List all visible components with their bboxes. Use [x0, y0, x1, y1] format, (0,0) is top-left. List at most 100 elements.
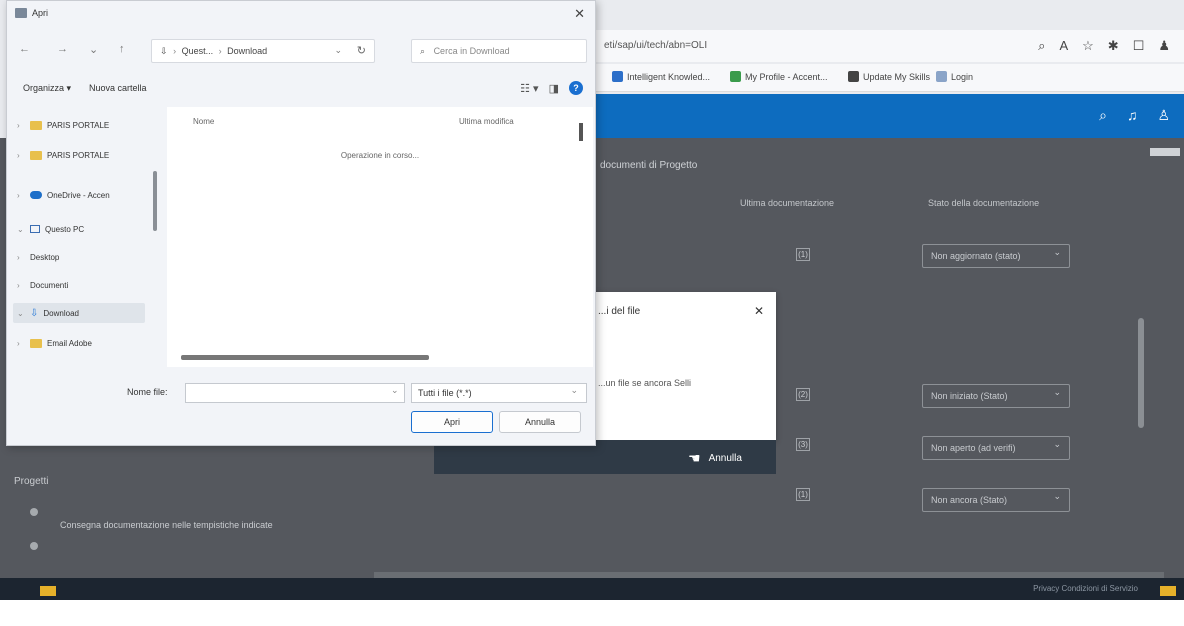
section-title: documenti di Progetto	[600, 160, 698, 171]
breadcrumb-item[interactable]: Quest...	[182, 46, 214, 56]
browser-toolbar-icons: ⌕ A ☆ ✱ ☐ ♟	[1038, 38, 1170, 54]
file-open-dialog: Apri ✕ ← → ⌄ ↑ ⇩ › Quest... › Download ⌄…	[6, 0, 596, 446]
column-header-name[interactable]: Nome	[193, 117, 214, 126]
upload-dialog-message: ...un file se ancora Selli	[598, 378, 692, 388]
folder-icon	[30, 150, 42, 160]
upload-cancel-button[interactable]: ☚ Annulla	[680, 448, 768, 468]
status-select[interactable]: Non aggiornato (stato)	[922, 244, 1070, 268]
search-input[interactable]: ⌕ Cerca in Download	[411, 39, 587, 63]
column-header: Ultima documentazione	[740, 198, 835, 208]
view-controls: ☷ ▾ ◨ ?	[520, 81, 583, 95]
tree-item[interactable]: › OneDrive - Accen	[13, 185, 110, 205]
navigation-pane: › PARIS PORTALE › PARIS PORTALE › OneDrive …	[7, 107, 163, 369]
section-bar	[1150, 148, 1180, 156]
filetype-select[interactable]: Tutti i file (*.*)	[411, 383, 587, 403]
count-badge: (3)	[796, 438, 810, 451]
address-url[interactable]: eti/sap/ui/tech/abn=OLI	[604, 40, 707, 51]
bookmark-favicon-icon	[730, 71, 741, 82]
bookmark-item[interactable]: Login	[936, 71, 973, 82]
bookmark-item[interactable]: Intelligent Knowled...	[612, 71, 710, 82]
folder-icon	[30, 338, 42, 348]
file-list-scrollbar[interactable]	[579, 123, 583, 141]
status-select[interactable]: Non aperto (ad verifi)	[922, 436, 1070, 460]
filename-input[interactable]	[185, 383, 405, 403]
tree-item[interactable]: › Email Adobe	[13, 333, 92, 353]
zoom-icon[interactable]: ⌕	[1038, 38, 1045, 54]
tree-item[interactable]: › PARIS PORTALE	[13, 145, 109, 165]
bell-icon[interactable]: ♫	[1127, 107, 1138, 124]
app-header: ⌕ ♫ ♙	[590, 94, 1184, 138]
filename-label: Nome file:	[127, 387, 168, 397]
computer-icon	[30, 225, 40, 233]
status-select[interactable]: Non iniziato (Stato)	[922, 384, 1070, 408]
user-icon[interactable]: ♙	[1157, 107, 1170, 124]
favorite-icon[interactable]: ☆	[1082, 38, 1094, 54]
tree-item[interactable]: › PARIS PORTALE	[13, 115, 109, 135]
recent-locations-icon[interactable]: ⌄	[89, 43, 98, 56]
help-icon[interactable]: ?	[569, 81, 583, 95]
footer-marker-icon	[1160, 586, 1176, 596]
column-header-modified[interactable]: Ultima modifica	[459, 117, 514, 126]
dialog-titlebar: Apri	[15, 8, 48, 18]
organize-button[interactable]: Organizza ▾	[23, 83, 71, 94]
close-icon[interactable]: ✕	[574, 6, 585, 22]
status-select[interactable]: Non ancora (Stato)	[922, 488, 1070, 512]
refresh-icon[interactable]: ↻	[357, 44, 366, 57]
address-bar[interactable]: eti/sap/ui/tech/abn=OLI ⌕ A ☆ ✱ ☐ ♟	[590, 30, 1184, 62]
app-icon	[15, 8, 27, 18]
hand-cursor-icon: ☚	[688, 449, 701, 466]
forward-icon[interactable]: →	[57, 43, 68, 55]
chevron-down-icon[interactable]: ⌄	[391, 385, 399, 396]
split-icon[interactable]: ☐	[1133, 38, 1145, 54]
column-header: Stato della documentazione	[928, 198, 1040, 208]
extensions-icon[interactable]: ✱	[1108, 38, 1119, 54]
preview-pane-icon[interactable]: ◨	[549, 82, 559, 95]
onedrive-icon	[30, 191, 42, 199]
command-bar: Organizza ▾ Nuova cartella ☷ ▾ ◨ ?	[7, 75, 595, 103]
count-badge: (1)	[796, 488, 810, 501]
bookmark-item[interactable]: My Profile - Accent...	[730, 71, 828, 82]
search-icon[interactable]: ⌕	[1099, 107, 1107, 124]
folder-icon	[30, 120, 42, 130]
footer-links[interactable]: Privacy Condizioni di Servizio	[1033, 584, 1138, 593]
app-header-icons: ⌕ ♫ ♙	[1099, 107, 1170, 124]
bullet-icon	[30, 542, 38, 550]
read-aloud-icon[interactable]: A	[1059, 38, 1068, 54]
search-icon: ⌕	[420, 46, 426, 56]
file-list-horizontal-scrollbar[interactable]	[181, 355, 429, 360]
bookmark-favicon-icon	[936, 71, 947, 82]
bookmark-favicon-icon	[612, 71, 623, 82]
breadcrumb-item[interactable]: Download	[227, 46, 267, 56]
new-folder-button[interactable]: Nuova cartella	[89, 83, 147, 93]
download-icon: ⇩	[30, 307, 39, 319]
tree-item-selected[interactable]: ⌄ ⇩ Download	[13, 303, 145, 323]
open-button[interactable]: Apri	[411, 411, 493, 433]
page-footer: Privacy Condizioni di Servizio	[0, 578, 1184, 600]
file-list: Nome Ultima modifica Operazione in corso…	[167, 107, 593, 367]
back-icon[interactable]: ←	[19, 43, 30, 55]
bookmark-item[interactable]: Update My Skills	[848, 71, 930, 82]
navigation-row: ← → ⌄ ↑ ⇩ › Quest... › Download ⌄ ↻ ⌕ Ce…	[7, 33, 595, 67]
page-scrollbar[interactable]	[1138, 318, 1144, 428]
bookmarks-bar: Intelligent Knowled... My Profile - Acce…	[590, 64, 1184, 92]
cancel-button[interactable]: Annulla	[499, 411, 581, 433]
view-options-icon[interactable]: ☷ ▾	[520, 82, 538, 95]
upload-dialog-title: ...i del file	[598, 306, 641, 317]
close-icon[interactable]: ✕	[754, 304, 764, 318]
bullet-icon	[30, 508, 38, 516]
loading-message: Operazione in corso...	[340, 151, 420, 160]
tree-scrollbar[interactable]	[153, 171, 157, 231]
tree-item[interactable]: › Documenti	[13, 275, 68, 295]
count-badge: (1)	[796, 248, 810, 261]
progetti-label: Progetti	[14, 476, 49, 487]
tree-item[interactable]: ⌄ Questo PC	[13, 219, 84, 239]
breadcrumb[interactable]: ⇩ › Quest... › Download ⌄ ↻	[151, 39, 375, 63]
count-badge: (2)	[796, 388, 810, 401]
profile-icon[interactable]: ♟	[1158, 38, 1170, 54]
up-icon[interactable]: ↑	[119, 43, 125, 55]
chevron-down-icon[interactable]: ⌄	[334, 45, 342, 56]
footer-marker-icon	[40, 586, 56, 596]
list-item: Consegna documentazione nelle tempistich…	[60, 520, 273, 530]
breadcrumb-icon: ⇩	[160, 46, 168, 56]
tree-item[interactable]: › Desktop	[13, 247, 59, 267]
